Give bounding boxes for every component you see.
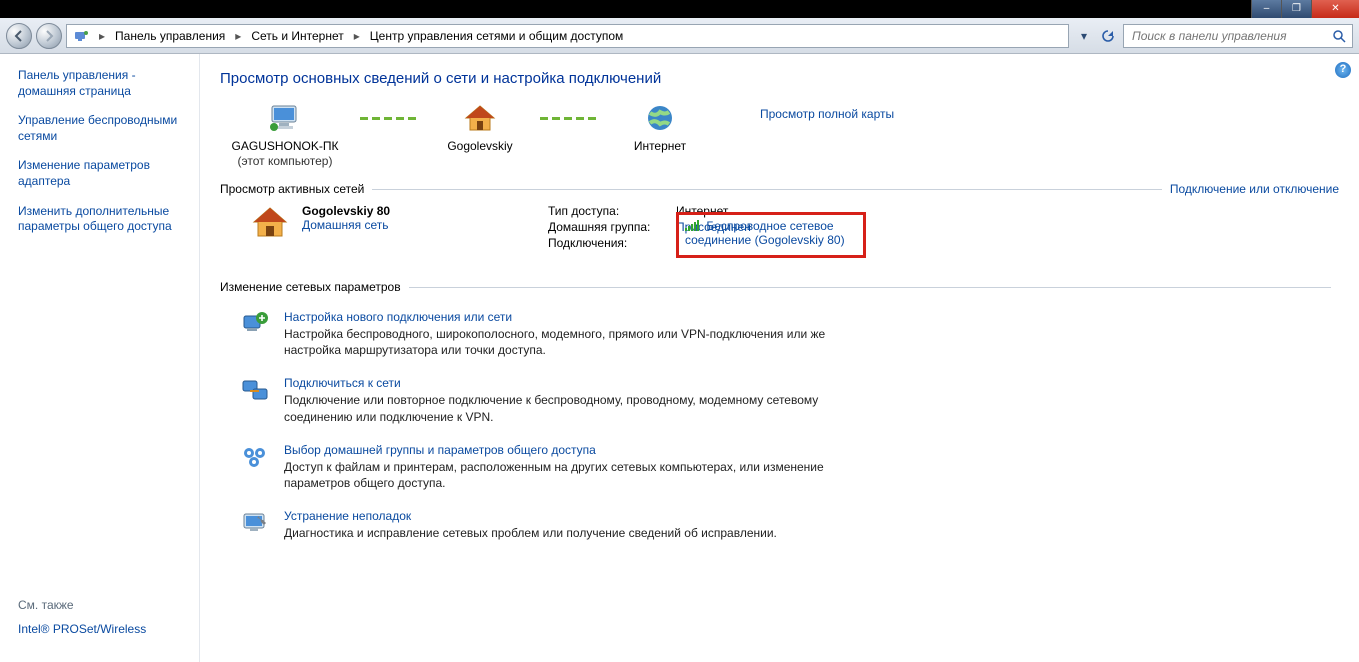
section-change-settings: Изменение сетевых параметров xyxy=(220,280,1339,294)
search-input[interactable] xyxy=(1130,28,1326,44)
dropdown-button[interactable]: ▾ xyxy=(1073,25,1095,47)
task-list: Настройка нового подключения или сети На… xyxy=(220,302,1339,551)
task-description: Подключение или повторное подключение к … xyxy=(284,392,860,424)
help-icon[interactable]: ? xyxy=(1335,62,1351,78)
minimize-button[interactable]: – xyxy=(1251,0,1281,18)
active-network: Gogolevskiy 80 Домашняя сеть Тип доступа… xyxy=(220,204,1339,258)
map-node-sublabel: (этот компьютер) xyxy=(220,154,350,168)
task-connect[interactable]: Подключиться к сети Подключение или повт… xyxy=(220,368,860,434)
task-title[interactable]: Подключиться к сети xyxy=(284,376,860,390)
connections-label: Подключения: xyxy=(548,236,668,258)
see-also-link[interactable]: Intel® PROSet/Wireless xyxy=(18,622,187,638)
address-tools: ▾ xyxy=(1073,25,1119,47)
map-node-label: Gogolevskiy xyxy=(430,139,530,154)
section-title: Просмотр активных сетей xyxy=(220,182,364,196)
network-center-icon xyxy=(73,28,89,44)
homegroup-icon xyxy=(240,443,270,471)
task-homegroup[interactable]: Выбор домашней группы и параметров общег… xyxy=(220,435,860,501)
chevron-right-icon: ▸ xyxy=(350,29,364,43)
page-title: Просмотр основных сведений о сети и наст… xyxy=(220,70,1339,87)
forward-button[interactable] xyxy=(36,23,62,49)
task-troubleshoot[interactable]: Устранение неполадок Диагностика и испра… xyxy=(220,501,860,551)
map-node-gateway[interactable]: Gogolevskiy xyxy=(430,101,530,154)
section-active-networks: Просмотр активных сетей Подключение или … xyxy=(220,182,1339,196)
access-type-label: Тип доступа: xyxy=(548,204,668,218)
task-new-connection[interactable]: Настройка нового подключения или сети На… xyxy=(220,302,860,368)
sidebar-link-wireless[interactable]: Управление беспроводными сетями xyxy=(18,113,187,144)
nav-bar: ▸ Панель управления ▸ Сеть и Интернет ▸ … xyxy=(0,18,1359,54)
network-name: Gogolevskiy 80 xyxy=(302,204,390,218)
wifi-signal-icon xyxy=(685,219,699,231)
back-button[interactable] xyxy=(6,23,32,49)
sidebar: Панель управления - домашняя страница Уп… xyxy=(0,54,200,662)
see-also-label: См. также xyxy=(18,598,187,612)
sidebar-link-adapter[interactable]: Изменение параметров адаптера xyxy=(18,158,187,189)
breadcrumb-item[interactable]: Центр управления сетями и общим доступом xyxy=(370,29,624,43)
content-pane: ? Просмотр основных сведений о сети и на… xyxy=(200,54,1359,662)
search-icon[interactable] xyxy=(1332,29,1346,43)
map-node-internet[interactable]: Интернет xyxy=(610,101,710,154)
map-node-label: Интернет xyxy=(610,139,710,154)
task-description: Диагностика и исправление сетевых пробле… xyxy=(284,525,777,541)
sidebar-home-link[interactable]: Панель управления - домашняя страница xyxy=(18,68,187,99)
map-node-label: GAGUSHONOK-ПК xyxy=(220,139,350,154)
connect-icon xyxy=(240,376,270,404)
chevron-right-icon: ▸ xyxy=(95,29,109,43)
search-box[interactable] xyxy=(1123,24,1353,48)
maximize-button[interactable]: ❐ xyxy=(1281,0,1311,18)
address-bar[interactable]: ▸ Панель управления ▸ Сеть и Интернет ▸ … xyxy=(66,24,1069,48)
full-map-link[interactable]: Просмотр полной карты xyxy=(760,107,894,121)
breadcrumb-item[interactable]: Панель управления xyxy=(115,29,225,43)
section-title: Изменение сетевых параметров xyxy=(220,280,401,294)
network-map: GAGUSHONOK-ПК (этот компьютер) Gogolevsk… xyxy=(220,101,1339,168)
window-controls: – ❐ ✕ xyxy=(1251,0,1359,18)
refresh-button[interactable] xyxy=(1097,25,1119,47)
network-type-link[interactable]: Домашняя сеть xyxy=(302,218,390,232)
task-description: Настройка беспроводного, широкополосного… xyxy=(284,326,860,358)
homegroup-label: Домашняя группа: xyxy=(548,220,668,234)
task-title[interactable]: Устранение неполадок xyxy=(284,509,777,523)
breadcrumb-item[interactable]: Сеть и Интернет xyxy=(251,29,343,43)
task-title[interactable]: Выбор домашней группы и параметров общег… xyxy=(284,443,860,457)
connection-link[interactable]: Беспроводное сетевое соединение (Gogolev… xyxy=(685,219,845,247)
highlighted-connection: Беспроводное сетевое соединение (Gogolev… xyxy=(676,212,866,258)
map-node-this-pc[interactable]: GAGUSHONOK-ПК (этот компьютер) xyxy=(220,101,350,168)
task-title[interactable]: Настройка нового подключения или сети xyxy=(284,310,860,324)
globe-icon xyxy=(610,101,710,135)
house-icon xyxy=(430,101,530,135)
map-connector xyxy=(540,101,600,135)
new-connection-icon xyxy=(240,310,270,338)
close-button[interactable]: ✕ xyxy=(1311,0,1359,18)
task-description: Доступ к файлам и принтерам, расположенн… xyxy=(284,459,860,491)
sidebar-link-sharing[interactable]: Изменить дополнительные параметры общего… xyxy=(18,204,187,235)
chevron-right-icon: ▸ xyxy=(231,29,245,43)
map-connector xyxy=(360,101,420,135)
connect-disconnect-link[interactable]: Подключение или отключение xyxy=(1170,182,1339,196)
title-bar: – ❐ ✕ xyxy=(0,0,1359,18)
troubleshoot-icon xyxy=(240,509,270,537)
home-network-icon xyxy=(250,204,290,240)
computer-icon xyxy=(220,101,350,135)
